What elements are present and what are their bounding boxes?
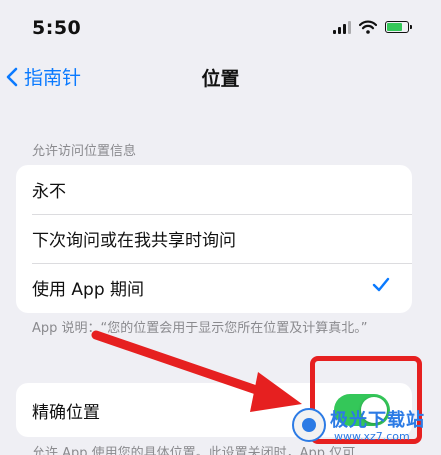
watermark-url: www.xz7.com: [334, 430, 410, 443]
watermark-name: 极光下载站: [330, 410, 425, 431]
settings-screen: 5:50 指南针 位置 允许访问位置信息 永不 下次询问或在我共享时询问 使用 …: [0, 0, 441, 455]
watermark: 极光下载站 www.xz7.com: [292, 404, 440, 452]
watermark-logo-icon: [292, 408, 326, 442]
